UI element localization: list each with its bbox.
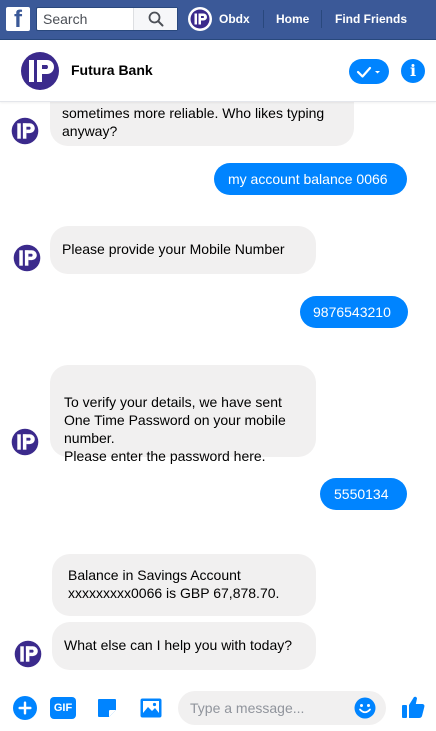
emoji-icon[interactable] <box>354 697 376 719</box>
home-link[interactable]: Home <box>276 12 309 26</box>
info-icon[interactable]: i <box>401 59 425 83</box>
bot-message: To verify your details, we have sent One… <box>50 365 316 464</box>
message-text: To verify your details, we have sent One… <box>64 394 286 464</box>
user-message: 5550134 <box>320 478 407 510</box>
chat-title: Futura Bank <box>71 62 153 78</box>
message-text: 5550134 <box>334 486 389 502</box>
bot-avatar <box>14 640 42 668</box>
message-composer: GIF <box>0 688 436 731</box>
message-text: Balance in Savings Account xxxxxxxxx0066… <box>68 567 280 601</box>
user-message: my account balance 0066 <box>214 163 407 195</box>
message-text: sometimes more reliable. Who likes typin… <box>62 105 325 139</box>
bot-message: Please provide your Mobile Number <box>50 226 316 274</box>
message-input-box <box>178 691 386 725</box>
gif-label: GIF <box>53 702 73 714</box>
profile-avatar <box>188 7 212 31</box>
thumbs-up-icon[interactable] <box>400 694 426 720</box>
search-box <box>36 7 178 31</box>
message-list: sometimes more reliable. Who likes typin… <box>0 102 436 688</box>
divider <box>263 10 264 28</box>
bot-avatar <box>13 244 41 272</box>
message-text: What else can I help you with today? <box>64 637 293 653</box>
check-icon <box>356 66 380 78</box>
profile-name: Obdx <box>219 12 250 26</box>
facebook-top-bar: f Obdx Home Find Friends <box>0 0 436 40</box>
bot-message: sometimes more reliable. Who likes typin… <box>50 102 354 146</box>
search-input[interactable] <box>37 8 137 30</box>
message-text: my account balance 0066 <box>228 171 388 187</box>
search-button[interactable] <box>133 8 177 30</box>
add-icon[interactable] <box>13 696 37 720</box>
chat-header: Futura Bank i <box>0 40 436 102</box>
futura-logo-icon <box>190 9 210 29</box>
user-message: 9876543210 <box>300 296 408 328</box>
bot-avatar <box>11 117 39 145</box>
bot-avatar <box>11 428 39 456</box>
profile-link[interactable]: Obdx <box>188 5 250 33</box>
gif-icon[interactable]: GIF <box>50 697 76 719</box>
search-icon <box>148 11 163 27</box>
subscribe-button[interactable] <box>349 59 389 84</box>
facebook-logo[interactable]: f <box>6 7 30 31</box>
divider <box>321 10 322 28</box>
find-friends-link[interactable]: Find Friends <box>335 12 407 26</box>
bot-message: What else can I help you with today? <box>52 622 316 670</box>
message-input[interactable] <box>190 698 350 718</box>
futura-bank-avatar[interactable] <box>20 51 60 91</box>
image-icon[interactable] <box>139 696 163 720</box>
message-text: 9876543210 <box>313 304 391 320</box>
bot-message: Balance in Savings Account xxxxxxxxx0066… <box>52 554 316 616</box>
message-text: Please provide your Mobile Number <box>62 241 285 257</box>
sticker-icon[interactable] <box>95 696 119 720</box>
